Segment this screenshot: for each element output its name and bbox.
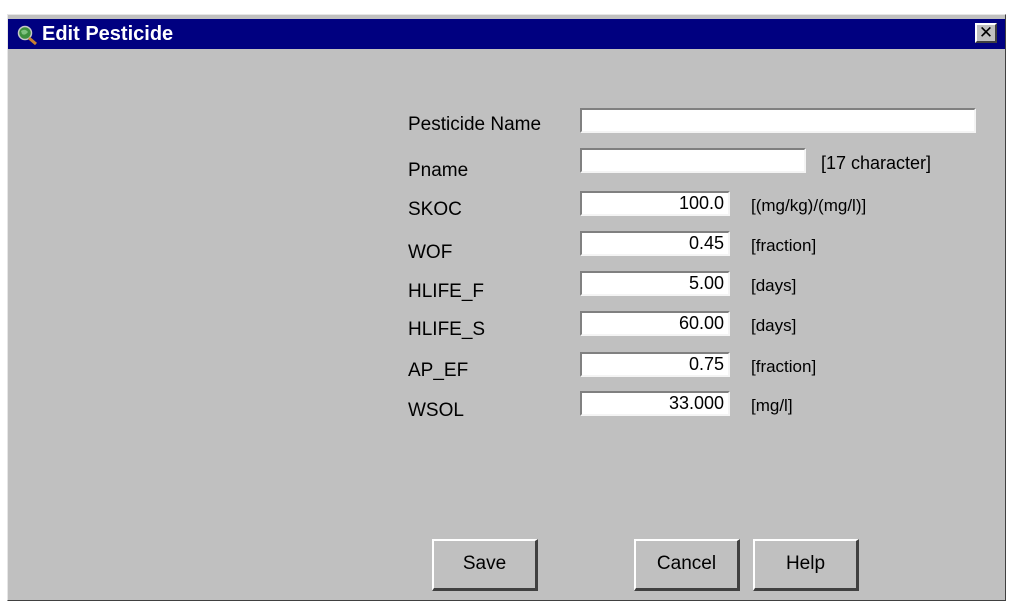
pesticide-name-label: Pesticide Name — [408, 114, 542, 135]
wof-field[interactable]: 0.45 — [580, 231, 730, 256]
skoc-unit: [(mg/kg)/(mg/l)] — [751, 196, 867, 215]
pesticide-name-field[interactable] — [580, 108, 976, 133]
ap-ef-label: AP_EF — [408, 360, 469, 381]
window-title: Edit Pesticide — [42, 23, 174, 45]
title-bar[interactable]: Edit Pesticide ✕ — [8, 19, 1005, 49]
close-icon: ✕ — [978, 23, 994, 42]
wsol-field[interactable]: 33.000 — [580, 391, 730, 416]
pname-unit: [17 character] — [821, 153, 932, 173]
ap-ef-unit: [fraction] — [751, 357, 817, 376]
globe-magnifier-icon — [17, 25, 37, 45]
save-button[interactable]: Save — [432, 539, 538, 591]
close-button[interactable]: ✕ — [975, 23, 997, 43]
edit-pesticide-dialog: Edit Pesticide ✕ Pesticide Name Pname [1… — [7, 14, 1006, 601]
help-button[interactable]: Help — [753, 539, 859, 591]
wsol-unit: [mg/l] — [751, 396, 793, 415]
wof-unit: [fraction] — [751, 236, 817, 255]
ap-ef-field[interactable]: 0.75 — [580, 352, 730, 377]
hlife-f-label: HLIFE_F — [408, 281, 485, 302]
hlife-s-field[interactable]: 60.00 — [580, 311, 730, 336]
hlife-f-field[interactable]: 5.00 — [580, 271, 730, 296]
pname-label: Pname — [408, 160, 469, 181]
hlife-s-unit: [days] — [751, 316, 797, 335]
wsol-label: WSOL — [408, 400, 464, 421]
hlife-f-unit: [days] — [751, 276, 797, 295]
cancel-button[interactable]: Cancel — [634, 539, 740, 591]
pname-field[interactable] — [580, 148, 806, 173]
hlife-s-label: HLIFE_S — [408, 319, 486, 340]
skoc-field[interactable]: 100.0 — [580, 191, 730, 216]
skoc-label: SKOC — [408, 199, 462, 220]
wof-label: WOF — [408, 242, 453, 263]
